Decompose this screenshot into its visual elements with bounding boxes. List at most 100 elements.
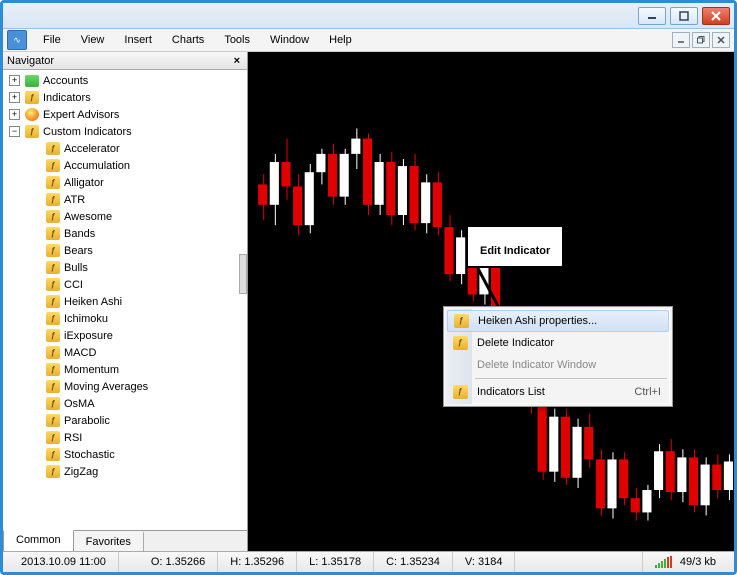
- tree-label: OsMA: [64, 398, 95, 410]
- ctx-delete-indicator[interactable]: ƒ Delete Indicator: [447, 332, 669, 354]
- app-icon: ∿: [7, 30, 27, 50]
- ctx-label: Delete Indicator Window: [477, 359, 596, 371]
- tree-node-indicators[interactable]: + ƒIndicators: [5, 89, 245, 106]
- maximize-button[interactable]: [670, 7, 698, 25]
- tree-item-parabolic[interactable]: ƒParabolic: [5, 412, 245, 429]
- tree-item-heiken-ashi[interactable]: ƒHeiken Ashi: [5, 293, 245, 310]
- tree-item-osma[interactable]: ƒOsMA: [5, 395, 245, 412]
- tree-label: Indicators: [43, 92, 91, 104]
- tree-label: Bears: [64, 245, 93, 257]
- mdi-close-button[interactable]: [712, 32, 730, 48]
- indicator-icon: ƒ: [45, 295, 61, 309]
- chart-area[interactable]: Edit Indicator ƒHeiken Ashi properties..…: [248, 52, 734, 551]
- tree-node-accounts[interactable]: + Accounts: [5, 72, 245, 89]
- tree-label: MACD: [64, 347, 96, 359]
- tree-label: Accelerator: [64, 143, 120, 155]
- expand-icon[interactable]: +: [9, 92, 20, 103]
- mdi-minimize-button[interactable]: [672, 32, 690, 48]
- tree-item-moving-averages[interactable]: ƒMoving Averages: [5, 378, 245, 395]
- status-open: O: 1.35266: [139, 552, 218, 572]
- indicator-icon: ƒ: [45, 159, 61, 173]
- navigator-tree[interactable]: +Accounts+ƒIndicators+Expert Advisors−ƒC…: [3, 70, 247, 530]
- tree-item-bulls[interactable]: ƒBulls: [5, 259, 245, 276]
- indicator-icon: ƒ: [45, 346, 61, 360]
- menu-insert[interactable]: Insert: [114, 31, 162, 49]
- menu-window[interactable]: Window: [260, 31, 319, 49]
- tree-label: Stochastic: [64, 449, 115, 461]
- indicator-icon: ƒ: [45, 465, 61, 479]
- indicator-icon: ƒ: [45, 176, 61, 190]
- tree-item-awesome[interactable]: ƒAwesome: [5, 208, 245, 225]
- menu-file[interactable]: File: [33, 31, 71, 49]
- close-button[interactable]: [702, 7, 730, 25]
- tree-label: CCI: [64, 279, 83, 291]
- navigator-header: Navigator ×: [3, 52, 247, 70]
- tree-item-bears[interactable]: ƒBears: [5, 242, 245, 259]
- tree-item-iexposure[interactable]: ƒiExposure: [5, 327, 245, 344]
- tree-item-macd[interactable]: ƒMACD: [5, 344, 245, 361]
- indicator-icon: ƒ: [24, 91, 40, 105]
- expand-icon[interactable]: +: [9, 109, 20, 120]
- status-low: L: 1.35178: [297, 552, 374, 572]
- tree-item-atr[interactable]: ƒATR: [5, 191, 245, 208]
- tree-item-ichimoku[interactable]: ƒIchimoku: [5, 310, 245, 327]
- ctx-indicators-list[interactable]: ƒIndicators ListCtrl+I: [447, 381, 669, 403]
- indicator-icon: ƒ: [45, 380, 61, 394]
- tab-favorites[interactable]: Favorites: [74, 531, 144, 551]
- menu-view[interactable]: View: [71, 31, 115, 49]
- tree-label: iExposure: [64, 330, 113, 342]
- navigator-close-icon[interactable]: ×: [231, 55, 243, 67]
- tree-label: Momentum: [64, 364, 119, 376]
- ctx-label: Delete Indicator: [477, 337, 554, 349]
- menu-tools[interactable]: Tools: [214, 31, 260, 49]
- status-close: C: 1.35234: [374, 552, 453, 572]
- indicator-icon: ƒ: [45, 227, 61, 241]
- mdi-restore-button[interactable]: [692, 32, 710, 48]
- tree-item-accumulation[interactable]: ƒAccumulation: [5, 157, 245, 174]
- tree-label: ATR: [64, 194, 85, 206]
- ctx-label: Indicators List: [477, 386, 545, 398]
- tree-item-bands[interactable]: ƒBands: [5, 225, 245, 242]
- app-window: ∿ FileViewInsertChartsToolsWindowHelp Na…: [0, 0, 737, 575]
- tree-item-rsi[interactable]: ƒRSI: [5, 429, 245, 446]
- tree-label: Expert Advisors: [43, 109, 119, 121]
- minimize-button[interactable]: [638, 7, 666, 25]
- ctx-shortcut: Ctrl+I: [634, 386, 661, 398]
- indicator-icon: ƒ: [45, 210, 61, 224]
- scrollbar-thumb[interactable]: [239, 254, 247, 294]
- ctx-heiken-ashi-properties[interactable]: ƒHeiken Ashi properties...: [447, 310, 669, 332]
- menu-help[interactable]: Help: [319, 31, 362, 49]
- tree-label: Accumulation: [64, 160, 130, 172]
- collapse-icon[interactable]: −: [9, 126, 20, 137]
- indicator-icon: ƒ: [45, 244, 61, 258]
- tree-label: Alligator: [64, 177, 104, 189]
- tree-item-accelerator[interactable]: ƒAccelerator: [5, 140, 245, 157]
- context-menu: ƒHeiken Ashi properties... ƒ Delete Indica…: [443, 306, 673, 407]
- tree-label: Bands: [64, 228, 95, 240]
- navigator-title: Navigator: [7, 55, 54, 67]
- tree-label: Awesome: [64, 211, 112, 223]
- menu-charts[interactable]: Charts: [162, 31, 214, 49]
- expert-advisor-icon: [24, 108, 40, 122]
- tab-common[interactable]: Common: [3, 530, 74, 551]
- indicator-icon: ƒ: [45, 312, 61, 326]
- tree-item-cci[interactable]: ƒCCI: [5, 276, 245, 293]
- tree-node-custom-indicators[interactable]: −ƒCustom Indicators: [5, 123, 245, 140]
- status-volume: V: 3184: [453, 552, 516, 572]
- status-high: H: 1.35296: [218, 552, 297, 572]
- tree-label: Accounts: [43, 75, 88, 87]
- tree-node-expert-advisors[interactable]: + Expert Advisors: [5, 106, 245, 123]
- tree-label: Parabolic: [64, 415, 110, 427]
- tree-item-stochastic[interactable]: ƒStochastic: [5, 446, 245, 463]
- expand-icon[interactable]: +: [9, 75, 20, 86]
- tree-item-momentum[interactable]: ƒMomentum: [5, 361, 245, 378]
- indicator-icon: ƒ: [45, 193, 61, 207]
- indicator-icon: ƒ: [45, 363, 61, 377]
- fx-del-icon: ƒ: [452, 335, 468, 351]
- ctx-delete-indicator-window: Delete Indicator Window: [447, 354, 669, 376]
- tree-item-zigzag[interactable]: ƒZigZag: [5, 463, 245, 480]
- indicator-icon: ƒ: [45, 278, 61, 292]
- tree-label: RSI: [64, 432, 82, 444]
- status-datetime: 2013.10.09 11:00: [9, 552, 119, 572]
- tree-item-alligator[interactable]: ƒAlligator: [5, 174, 245, 191]
